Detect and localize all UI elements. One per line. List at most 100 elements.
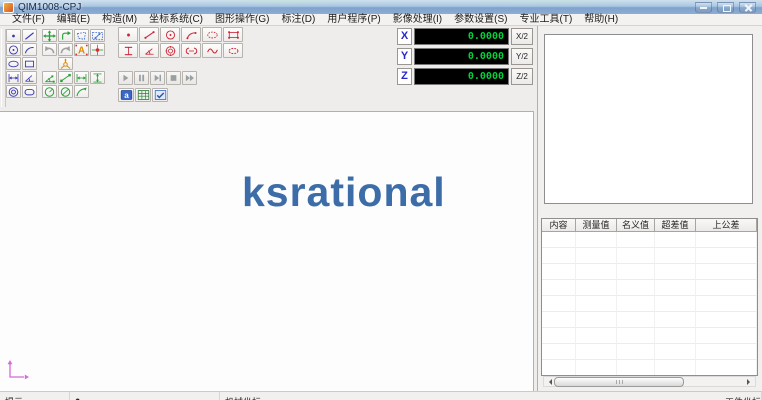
distance-button[interactable] (6, 71, 21, 84)
angle-button[interactable] (22, 71, 37, 84)
column-header[interactable]: 上公差 (696, 219, 757, 232)
column-header[interactable]: 名义值 (617, 219, 655, 232)
scroll-left-button[interactable] (544, 377, 554, 386)
text-label-button[interactable]: A (74, 43, 89, 56)
table-row[interactable] (542, 264, 757, 280)
oblong-red-button[interactable] (223, 43, 243, 58)
text-label-icon: A (75, 44, 88, 56)
pan-icon (59, 30, 72, 42)
toolbar-playback-group (118, 71, 198, 86)
table-row[interactable] (542, 344, 757, 360)
line-green-button[interactable] (58, 71, 73, 84)
menu-item[interactable]: 专业工具(T) (514, 14, 579, 25)
radius-green-button[interactable] (74, 85, 89, 98)
move-cross-button[interactable] (42, 29, 57, 42)
menu-item[interactable]: 构造(M) (96, 14, 143, 25)
table-row[interactable] (542, 312, 757, 328)
table-cell (576, 232, 617, 248)
menu-item[interactable]: 影像处理(I) (387, 14, 448, 25)
point-button[interactable] (6, 29, 21, 42)
pan-button[interactable] (58, 29, 73, 42)
menu-item[interactable]: 帮助(H) (578, 14, 624, 25)
rectangle-red-button[interactable] (223, 27, 243, 42)
menu-item[interactable]: 图形操作(G) (209, 14, 275, 25)
point-red-button[interactable] (118, 27, 138, 42)
menu-item[interactable]: 文件(F) (6, 14, 51, 25)
scroll-right-button[interactable] (745, 377, 755, 386)
angle-red-button[interactable] (139, 43, 159, 58)
zoom-extent-button[interactable] (90, 29, 105, 42)
concentric-red-button[interactable] (160, 43, 180, 58)
toolbar-export-group: a (118, 88, 169, 103)
axis-button[interactable]: X (397, 28, 412, 45)
point-icon (7, 30, 20, 42)
point-red-icon (122, 29, 135, 41)
table-row[interactable] (542, 360, 757, 376)
undo-button[interactable] (42, 43, 57, 56)
maximize-button[interactable] (717, 2, 734, 13)
distance-icon (7, 72, 20, 84)
circle-red-button[interactable] (160, 27, 180, 42)
angle-green-icon (43, 72, 56, 84)
drawing-canvas[interactable]: ksrational (0, 111, 534, 391)
axis-button[interactable]: Y (397, 48, 412, 65)
column-header[interactable]: 超差值 (655, 219, 696, 232)
slot-red-button[interactable] (181, 43, 201, 58)
circle-center-button[interactable] (6, 43, 21, 56)
graphic-preview-area[interactable] (544, 34, 753, 204)
ellipse-red-button[interactable] (202, 27, 222, 42)
axis-half-button[interactable]: Z/2 (511, 68, 533, 85)
ellipse-button[interactable] (6, 57, 21, 70)
height-red-button[interactable] (118, 43, 138, 58)
column-header[interactable]: 测量值 (576, 219, 617, 232)
export-excel-button[interactable] (135, 88, 151, 102)
menu-item[interactable]: 坐标系统(C) (143, 14, 209, 25)
table-row[interactable] (542, 296, 757, 312)
menu-item[interactable]: 用户程序(P) (321, 14, 386, 25)
table-row[interactable] (542, 280, 757, 296)
v-height-green-button[interactable] (90, 71, 105, 84)
menu-item[interactable]: 参数设置(S) (448, 14, 513, 25)
rectangle-button[interactable] (22, 57, 37, 70)
export-text-button[interactable]: a (118, 88, 134, 102)
axis-construct-button[interactable] (58, 57, 73, 70)
curve-red-button[interactable] (202, 43, 222, 58)
ring-button[interactable] (6, 85, 21, 98)
play-button[interactable] (118, 71, 133, 85)
redo-button[interactable] (58, 43, 73, 56)
column-header[interactable]: 内容 (542, 219, 576, 232)
diameter-green-button[interactable] (58, 85, 73, 98)
rectangle-icon (23, 58, 36, 70)
datum-point-button[interactable] (90, 43, 105, 56)
arc-red-button[interactable] (181, 27, 201, 42)
table-cell (696, 312, 757, 328)
table-row[interactable] (542, 248, 757, 264)
stop-button[interactable] (166, 71, 181, 85)
line-button[interactable] (22, 29, 37, 42)
scrollbar-thumb[interactable] (554, 377, 684, 387)
minimize-button[interactable] (695, 2, 712, 13)
table-row[interactable] (542, 328, 757, 344)
polygon-select-button[interactable] (74, 29, 89, 42)
circle-green-button[interactable] (42, 85, 57, 98)
radius-green-icon (75, 86, 88, 98)
slot-icon (23, 86, 36, 98)
angle-green-button[interactable] (42, 71, 57, 84)
axis-half-button[interactable]: X/2 (511, 28, 533, 45)
pause-button[interactable] (134, 71, 149, 85)
table-row[interactable] (542, 232, 757, 248)
skip-forward-button[interactable] (182, 71, 197, 85)
h-distance-green-button[interactable] (74, 71, 89, 84)
line-red-button[interactable] (139, 27, 159, 42)
step-forward-button[interactable] (150, 71, 165, 85)
export-report-button[interactable] (152, 88, 168, 102)
menu-item[interactable]: 编辑(E) (51, 14, 96, 25)
menu-item[interactable]: 标注(D) (275, 14, 321, 25)
arc-button[interactable] (22, 43, 37, 56)
table-cell (655, 296, 696, 312)
axis-half-button[interactable]: Y/2 (511, 48, 533, 65)
close-button[interactable] (739, 2, 756, 13)
table-horizontal-scrollbar[interactable] (543, 376, 756, 387)
slot-button[interactable] (22, 85, 37, 98)
axis-button[interactable]: Z (397, 68, 412, 85)
